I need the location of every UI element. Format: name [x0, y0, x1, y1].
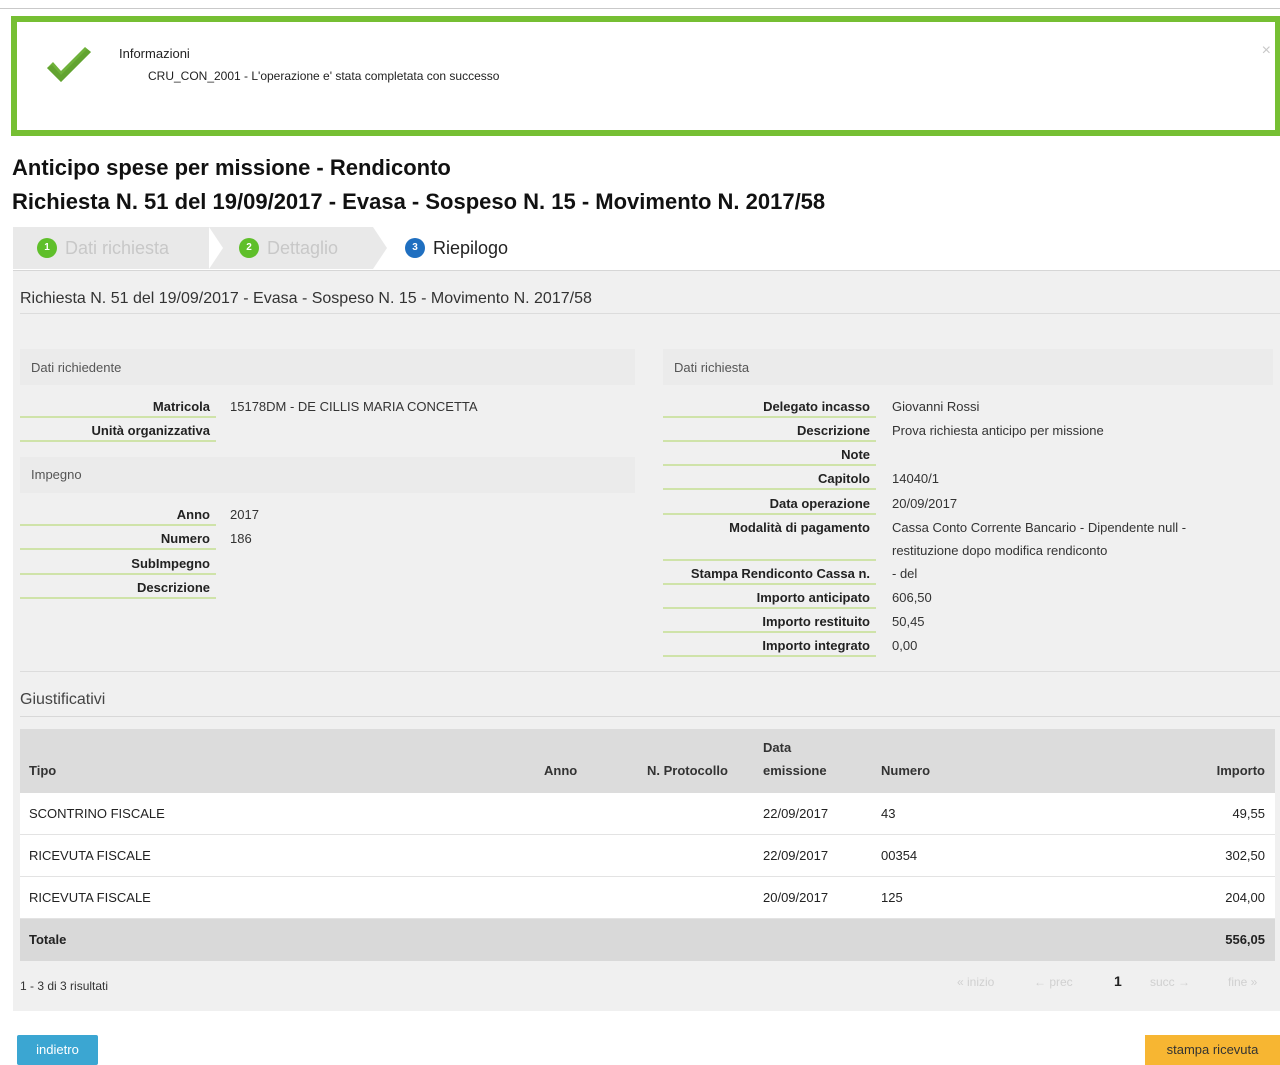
section-heading-richiedente: Dati richiedente: [31, 360, 122, 375]
step-label: Riepilogo: [433, 237, 509, 258]
cell-importo: 302,50: [1225, 848, 1265, 863]
field-value: 50,45: [892, 614, 925, 629]
cell-numero: 125: [881, 890, 903, 905]
field-label: Descrizione: [20, 577, 216, 599]
column-header-data-line1[interactable]: Data: [763, 740, 791, 755]
pagination-next[interactable]: succ →: [1150, 975, 1190, 989]
field-label: Delegato incasso: [663, 396, 876, 418]
column-header-protocollo[interactable]: N. Protocollo: [647, 763, 728, 778]
field-value: Giovanni Rossi: [892, 399, 980, 414]
step-label: Dati richiesta: [65, 237, 170, 258]
field-label: Importo restituito: [663, 611, 876, 633]
panel-divider: [20, 313, 1280, 314]
cell-data: 22/09/2017: [763, 806, 829, 821]
field-value: 0,00: [892, 638, 918, 653]
column-header-data-line2[interactable]: emissione: [763, 763, 827, 778]
table-footer-total: Totale 556,05: [20, 919, 1275, 961]
field-label: Importo anticipato: [663, 587, 876, 609]
wizard-step-riepilogo[interactable]: 3 Riepilogo: [405, 227, 508, 269]
section-heading-giustificativi: Giustificativi: [20, 691, 106, 708]
field-value: Cassa Conto Corrente Bancario - Dipenden…: [892, 520, 1187, 535]
checkmark-icon: [47, 47, 91, 82]
section-band: [663, 349, 1273, 385]
pagination-info: 1 - 3 di 3 risultati: [20, 979, 109, 993]
wizard-step-dettaglio[interactable]: 2 Dettaglio: [239, 227, 338, 269]
alert-title: Informazioni: [119, 46, 190, 61]
step-number: 1: [37, 238, 57, 258]
giustificativi-divider: [20, 716, 1280, 717]
field-label: Descrizione: [663, 420, 876, 442]
step-label: Dettaglio: [267, 237, 339, 258]
pagination-last[interactable]: fine »: [1228, 975, 1257, 989]
pagination-first[interactable]: « inizio: [957, 975, 994, 989]
field-label: Modalità di pagamento: [663, 517, 876, 561]
field-value: - del: [892, 566, 918, 581]
field-label: Anno: [20, 504, 216, 526]
field-label: Note: [663, 444, 876, 466]
field-label: Stampa Rendiconto Cassa n.: [663, 563, 876, 585]
column-header-tipo[interactable]: Tipo: [29, 763, 56, 778]
pagination-current[interactable]: 1: [1114, 973, 1122, 989]
print-receipt-button[interactable]: stampa ricevuta: [1145, 1035, 1280, 1065]
back-button[interactable]: indietro: [17, 1035, 98, 1065]
wizard-steps: 1 Dati richiesta 2 Dettaglio 3 Riepilogo: [13, 227, 540, 269]
section-divider: [20, 671, 1280, 672]
field-value: 14040/1: [892, 471, 939, 486]
alert-message: CRU_CON_2001 - L'operazione e' stata com…: [148, 69, 500, 83]
section-heading-impegno: Impegno: [31, 467, 82, 482]
section-band: [20, 457, 635, 493]
cell-data: 20/09/2017: [763, 890, 829, 905]
field-label: Unità organizzativa: [20, 420, 216, 442]
close-icon[interactable]: ×: [1262, 42, 1271, 60]
total-label: Totale: [29, 932, 67, 947]
total-value: 556,05: [1225, 932, 1265, 947]
top-divider: [0, 8, 1280, 9]
page-title: Anticipo spese per missione - Rendiconto: [12, 155, 451, 180]
field-value: 186: [230, 531, 252, 546]
wizard-separator: [209, 227, 223, 269]
field-label: Capitolo: [663, 468, 876, 490]
summary-panel: Richiesta N. 51 del 19/09/2017 - Evasa -…: [13, 270, 1280, 1011]
column-header-numero[interactable]: Numero: [881, 763, 930, 778]
field-label: Matricola: [20, 396, 216, 418]
field-value: 20/09/2017: [892, 496, 958, 511]
cell-tipo: RICEVUTA FISCALE: [29, 848, 151, 863]
page-subtitle: Richiesta N. 51 del 19/09/2017 - Evasa -…: [12, 189, 826, 214]
cell-importo: 204,00: [1225, 890, 1265, 905]
wizard-separator: [373, 227, 387, 269]
wizard-step-dati-richiesta[interactable]: 1 Dati richiesta: [37, 227, 169, 269]
cell-tipo: RICEVUTA FISCALE: [29, 890, 151, 905]
cell-tipo: SCONTRINO FISCALE: [29, 806, 165, 821]
table-row: RICEVUTA FISCALE 20/09/2017 125 204,00: [20, 877, 1275, 919]
pagination-prev[interactable]: ← prec: [1034, 975, 1073, 989]
field-value: 606,50: [892, 590, 932, 605]
column-header-anno[interactable]: Anno: [544, 763, 577, 778]
field-label: SubImpegno: [20, 553, 216, 575]
field-label: Numero: [20, 528, 216, 550]
step-number: 2: [239, 238, 259, 258]
cell-importo: 49,55: [1232, 806, 1265, 821]
field-label: Data operazione: [663, 493, 876, 515]
field-value: 2017: [230, 507, 259, 522]
field-value: 15178DM - DE CILLIS MARIA CONCETTA: [230, 399, 478, 414]
table-row: RICEVUTA FISCALE 22/09/2017 00354 302,50: [20, 835, 1275, 877]
field-value-continued: restituzione dopo modifica rendiconto: [892, 543, 1108, 558]
table-row: SCONTRINO FISCALE 22/09/2017 43 49,55: [20, 793, 1275, 835]
cell-numero: 00354: [881, 848, 918, 863]
step-number: 3: [405, 238, 425, 258]
field-value: Prova richiesta anticipo per missione: [892, 423, 1104, 438]
table-header: Tipo Anno N. Protocollo Data emissione N…: [20, 729, 1275, 793]
column-header-importo[interactable]: Importo: [1217, 763, 1265, 778]
cell-data: 22/09/2017: [763, 848, 829, 863]
section-heading-richiesta: Dati richiesta: [674, 360, 750, 375]
cell-numero: 43: [881, 806, 896, 821]
panel-title: Richiesta N. 51 del 19/09/2017 - Evasa -…: [20, 290, 592, 307]
field-label: Importo integrato: [663, 635, 876, 657]
success-alert: Informazioni CRU_CON_2001 - L'operazione…: [11, 16, 1280, 136]
